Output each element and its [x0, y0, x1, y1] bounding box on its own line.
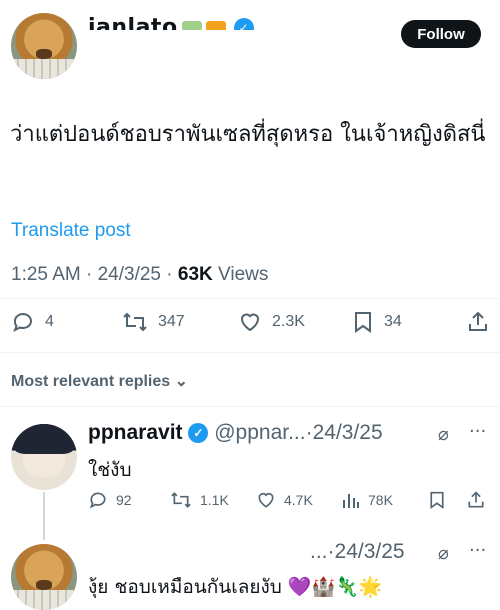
share-icon: [468, 491, 484, 508]
translate-post-link[interactable]: Translate post: [11, 220, 131, 242]
reply-author-handle[interactable]: ...: [310, 540, 328, 563]
more-options-icon[interactable]: ···: [469, 421, 486, 442]
share-icon: [469, 311, 487, 331]
edited-icon[interactable]: ⌀: [438, 543, 449, 564]
divider: [0, 352, 500, 353]
verified-badge-icon: ✓: [233, 18, 254, 30]
bookmark-button[interactable]: 34: [352, 310, 402, 334]
reply-count: 92: [116, 492, 132, 508]
replies-sort-label: Most relevant replies: [11, 373, 171, 390]
repost-button[interactable]: 1.1K: [170, 490, 229, 510]
bookmark-icon: [430, 491, 444, 509]
reply-actions: 92 1.1K 4.7K 78K: [0, 490, 500, 514]
drum-icon: [205, 21, 226, 30]
reply-icon: [13, 313, 32, 333]
replies-sort-dropdown[interactable]: Most relevant replies ⌄: [11, 371, 188, 391]
like-count: 4.7K: [284, 492, 313, 508]
author-username-text: ianlato: [88, 15, 178, 30]
reply-button[interactable]: 92: [88, 490, 132, 510]
chevron-down-icon: ⌄: [174, 373, 189, 390]
follow-button[interactable]: Follow: [401, 20, 481, 48]
post-meta: 1:25 AM · 24/3/25 · 63K Views: [11, 264, 269, 285]
edited-icon[interactable]: ⌀: [438, 424, 449, 445]
views-chart-icon: [343, 494, 359, 508]
reply-author-handle[interactable]: @ppnar...: [214, 421, 305, 444]
repost-icon: [123, 312, 147, 332]
like-button[interactable]: 4.7K: [256, 490, 313, 510]
bookmark-icon: [355, 312, 371, 333]
post-text: ว่าแต่ปอนด์ชอบราพันเซลที่สุดหรอ ในเจ้าหญ…: [10, 122, 486, 147]
reply-header: ...·24/3/25: [310, 540, 405, 564]
reply-text: งุ้ย ชอบเหมือนกันเลยงับ 💜🏰🦎🌟: [88, 576, 383, 598]
repost-button[interactable]: 347: [122, 310, 185, 334]
repost-icon: [171, 492, 191, 508]
author-avatar[interactable]: [11, 13, 77, 79]
bookmark-button[interactable]: [428, 490, 446, 510]
reply-button[interactable]: 4: [11, 310, 54, 334]
views-label: Views: [218, 264, 269, 285]
reply-avatar[interactable]: [11, 544, 77, 610]
divider: [0, 406, 500, 407]
more-options-icon[interactable]: ···: [469, 540, 486, 561]
repost-count: 1.1K: [200, 492, 229, 508]
author-username[interactable]: ianlato ✓: [88, 8, 254, 30]
reply-date[interactable]: ·24/3/25: [328, 540, 405, 563]
post-date[interactable]: 24/3/25: [98, 264, 161, 285]
matcha-cup-icon: [181, 21, 202, 30]
verified-badge-icon: ✓: [188, 423, 209, 444]
like-button[interactable]: 2.3K: [238, 310, 305, 334]
reply-date[interactable]: ·24/3/25: [306, 421, 383, 444]
share-button[interactable]: [466, 310, 490, 334]
post-time[interactable]: 1:25 AM: [11, 264, 81, 285]
views-count: 78K: [368, 492, 393, 508]
heart-icon: [258, 492, 274, 508]
views-count: 63K: [177, 264, 213, 285]
share-button[interactable]: [466, 490, 486, 510]
bookmark-count: 34: [384, 313, 402, 330]
reply-header: ppnaravit ✓ @ppnar...·24/3/25: [88, 421, 383, 445]
reply-text: ใช่งับ: [88, 459, 132, 481]
post-actions: 4 347 2.3K 34: [0, 310, 500, 340]
reply-author-name[interactable]: ppnaravit: [88, 421, 183, 444]
heart-icon: [240, 313, 260, 332]
like-count: 2.3K: [272, 313, 305, 330]
views-button[interactable]: 78K: [342, 490, 393, 510]
repost-count: 347: [158, 313, 185, 330]
reply-avatar[interactable]: [11, 424, 77, 490]
reply-icon: [89, 492, 106, 509]
divider: [0, 298, 500, 299]
reply-count: 4: [45, 313, 54, 330]
